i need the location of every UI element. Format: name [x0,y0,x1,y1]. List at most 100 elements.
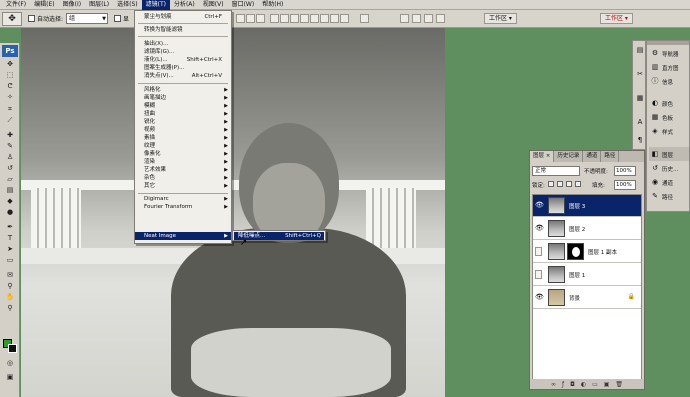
extras-button[interactable] [436,14,445,23]
layer-row-background[interactable]: 👁 背景 🔒 [533,287,641,309]
dock-item-navigator[interactable]: ⚙ 导航器 [649,46,689,60]
move-tool-icon[interactable]: ✥ [2,12,22,26]
shape-tool-icon[interactable]: ▭ [4,256,16,265]
filter-menu-pixelate[interactable]: 像素化 ▶ [135,150,231,158]
opacity-input[interactable]: 100% [614,166,636,176]
trash-icon[interactable]: 🗑 [615,381,623,388]
filter-menu-fourier[interactable]: Fourier Transform ▶ [135,203,231,211]
lasso-tool-icon[interactable]: ᕦ [4,82,16,91]
workspace-dropdown-right[interactable]: 工作区 ▾ [600,13,633,24]
eraser-tool-icon[interactable]: ▱ [4,175,16,184]
quick-mask-icon[interactable]: ◎ [4,359,16,368]
auto-select-dropdown[interactable]: 组 ▼ [66,13,108,24]
blur-tool-icon[interactable]: ◆ [4,197,16,206]
paragraph-icon[interactable]: ¶ [635,135,645,145]
filter-menu-sketch[interactable]: 素描 ▶ [135,134,231,142]
dock-item-styles[interactable]: ◈ 样式 [649,124,689,138]
add-mask-icon[interactable]: ◘ [570,381,575,388]
dodge-tool-icon[interactable]: ● [4,208,16,217]
new-group-icon[interactable]: ▭ [592,381,598,388]
filter-menu-extract[interactable]: 抽出(X)... [135,40,231,48]
dock-item-paths[interactable]: ✎ 路径 [649,189,689,203]
filter-menu-brush-strokes[interactable]: 画笔描边 ▶ [135,94,231,102]
stamp-tool-icon[interactable]: ♙ [4,153,16,162]
filter-menu-blur[interactable]: 模糊 ▶ [135,102,231,110]
dock-item-histogram[interactable]: ▥ 直方图 [649,60,689,74]
distribute-button-1[interactable] [270,14,279,23]
layer-row-layer3[interactable]: 👁 图层 3 [533,195,641,217]
filter-menu-last-filter[interactable]: 蒙尘与划痕 Ctrl+F [135,13,231,21]
crop-tool-icon[interactable]: ⌗ [4,105,16,114]
document-canvas[interactable] [21,28,445,397]
filter-menu-neat-image[interactable]: Neat Image ▶ [135,232,231,240]
hand-tool-icon[interactable]: ✋ [4,293,16,302]
menu-analysis[interactable]: 分析(A) [170,0,199,10]
menu-layer[interactable]: 图层(L) [85,0,113,10]
screen-mode-button[interactable] [424,14,433,23]
clone-source-icon[interactable]: ▦ [635,93,645,103]
magic-wand-icon[interactable]: ✧ [4,93,16,102]
screen-mode-icon[interactable]: ▣ [4,373,16,382]
path-select-icon[interactable]: ➤ [4,245,16,254]
pen-tool-icon[interactable]: ✒ [4,223,16,232]
dock-item-info[interactable]: ⓘ 信息 [649,74,689,88]
tab-layers[interactable]: 图层 × [530,151,555,162]
adjustment-layer-icon[interactable]: ◐ [581,381,586,388]
palette-button[interactable] [412,14,421,23]
dock-item-channels[interactable]: ◉ 通道 [649,175,689,189]
lock-position-button[interactable] [566,181,572,187]
dock-item-color[interactable]: ◐ 颜色 [649,96,689,110]
visibility-toggle[interactable] [535,270,542,279]
layer-row-layer1[interactable]: 图层 1 [533,264,641,286]
filter-menu-render[interactable]: 渲染 ▶ [135,158,231,166]
background-color-swatch[interactable] [8,344,17,353]
blend-mode-dropdown[interactable]: 正常 [532,166,580,176]
brush-preset-icon[interactable]: ✂ [635,69,645,79]
align-button-3[interactable] [256,14,265,23]
distribute-button-3[interactable] [290,14,299,23]
auto-align-button[interactable] [360,14,369,23]
align-button-1[interactable] [236,14,245,23]
show-transform-checkbox[interactable] [114,15,121,22]
eyedropper-icon[interactable]: ⚲ [4,282,16,291]
bridge-button[interactable] [400,14,409,23]
tab-history[interactable]: 历史记录 [554,151,584,162]
filter-menu-stylize[interactable]: 风格化 ▶ [135,86,231,94]
distribute-button-6[interactable] [320,14,329,23]
filter-menu-video[interactable]: 视频 ▶ [135,126,231,134]
workspace-dropdown[interactable]: 工作区 ▾ [484,13,517,24]
eye-icon[interactable]: 👁 [535,293,544,302]
link-layers-icon[interactable]: ∞ [551,381,556,388]
lock-pixels-button[interactable] [557,181,563,187]
distribute-button-5[interactable] [310,14,319,23]
layer-row-layer2[interactable]: 👁 图层 2 [533,218,641,240]
dock-item-swatches[interactable]: ▦ 色板 [649,110,689,124]
filter-menu-distort[interactable]: 扭曲 ▶ [135,110,231,118]
menu-window[interactable]: 窗口(W) [228,0,259,10]
filter-menu-other[interactable]: 其它 ▶ [135,182,231,190]
gradient-tool-icon[interactable]: ▤ [4,186,16,195]
dock-item-layers[interactable]: ◧ 图层 [649,147,689,161]
tab-channels[interactable]: 通道 [583,151,602,162]
filter-menu-artistic[interactable]: 艺术效果 ▶ [135,166,231,174]
history-brush-icon[interactable]: ↺ [4,164,16,173]
menu-select[interactable]: 选择(S) [113,0,142,10]
filter-menu-digimarc[interactable]: Digimarc ▶ [135,195,231,203]
dock-item-history[interactable]: ↺ 历史... [649,161,689,175]
lock-transparency-button[interactable] [548,181,554,187]
layer-row-layer1-copy[interactable]: 图层 1 副本 [533,241,641,263]
layer-style-icon[interactable]: ƒ [562,381,564,388]
new-layer-icon[interactable]: ▣ [604,381,610,388]
tool-preset-icon[interactable]: ▤ [635,45,645,55]
auto-select-checkbox[interactable] [28,15,35,22]
filter-menu-sharpen[interactable]: 锐化 ▶ [135,118,231,126]
menu-view[interactable]: 视图(V) [199,0,228,10]
slice-tool-icon[interactable]: ⟋ [4,116,16,125]
brush-tool-icon[interactable]: ✎ [4,142,16,151]
fill-input[interactable]: 100% [614,180,636,190]
visibility-toggle[interactable] [535,247,542,256]
dock-grip[interactable] [647,41,689,45]
marquee-tool-icon[interactable]: ⬚ [4,71,16,80]
move-tool-icon[interactable]: ✥ [4,60,16,69]
zoom-tool-icon[interactable]: ⚲ [4,304,16,313]
